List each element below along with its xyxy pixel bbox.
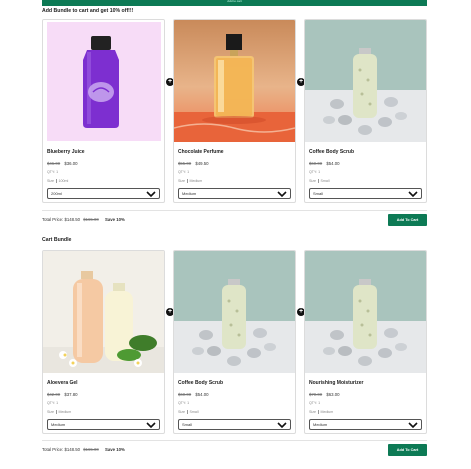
product-title: Aloevera Gel — [47, 380, 78, 386]
chevron-down-icon — [408, 191, 418, 198]
size-label: Size — [47, 410, 54, 414]
price-row: $60.00 $54.00 — [178, 392, 209, 397]
chevron-down-icon — [146, 191, 156, 198]
quantity-label: QTY: 1 — [47, 401, 59, 405]
new-price: $54.00 — [195, 392, 209, 397]
price-row: $42.00 $37.80 — [47, 392, 78, 397]
new-price: $63.00 — [326, 392, 340, 397]
chevron-down-icon — [277, 422, 287, 429]
top-bar-label: Add to cart — [227, 0, 242, 3]
product-image-coffee-body-scrub[interactable] — [305, 20, 426, 142]
size-select[interactable]: Small — [309, 188, 422, 199]
size-value: Small — [320, 179, 330, 183]
size-value: Small — [189, 410, 199, 414]
total-label: Total Price: — [42, 217, 64, 222]
add-to-cart-button[interactable]: Add To Cart — [388, 444, 427, 456]
quantity-label: QTY: 1 — [309, 170, 321, 174]
old-price: $55.00 — [178, 161, 192, 166]
product-card: Aloevera Gel $42.00 $37.80 QTY: 1 Size Me… — [42, 250, 165, 434]
size-label: Size — [309, 179, 316, 183]
size-select-value: Medium — [182, 191, 197, 196]
size-row: Size Medium — [309, 410, 334, 415]
product-card: Blueberry Juice $46.00 $36.00 QTY: 1 Siz… — [42, 19, 165, 203]
size-row: Size 100ml — [47, 179, 69, 184]
size-select[interactable]: Medium — [47, 419, 160, 430]
new-price: $54.00 — [326, 161, 340, 166]
total-price-row: Total Price: $148.50 $165.00 Save 10% — [42, 217, 125, 222]
product-title: Chocolate Perfume — [178, 149, 224, 155]
product-image-coffee-body-scrub[interactable] — [174, 251, 295, 373]
old-price: $46.00 — [47, 161, 61, 166]
size-select[interactable]: Small — [178, 419, 291, 430]
product-image-aloevera-gel[interactable] — [43, 251, 164, 373]
product-title: Coffee Body Scrub — [309, 149, 355, 155]
total-price-row: Total Price: $148.50 $165.00 Save 10% — [42, 447, 125, 452]
bundle-heading: Add Bundle to cart and get 10% off!!! — [42, 8, 134, 14]
product-card: Coffee Body Scrub $60.00 $54.00 QTY: 1 S… — [173, 250, 296, 434]
size-select-value: Small — [182, 422, 193, 427]
price-row: $70.00 $63.00 — [309, 392, 340, 397]
add-to-cart-button[interactable]: Add To Cart — [388, 214, 427, 226]
new-price: $49.50 — [195, 161, 209, 166]
size-row: Size Small — [309, 179, 330, 184]
price-row: $60.00 $54.00 — [309, 161, 340, 166]
size-value: Medium — [189, 179, 203, 183]
size-value: Medium — [58, 410, 72, 414]
bundle-heading: Cart Bundle — [42, 237, 72, 243]
size-select[interactable]: Medium — [309, 419, 422, 430]
product-card: Nourishing Moisturizer $70.00 $63.00 QTY… — [304, 250, 427, 434]
divider — [42, 440, 427, 441]
save-badge: Save 10% — [104, 217, 125, 222]
product-image-nourishing-moisturizer[interactable] — [305, 251, 426, 373]
old-price: $60.00 — [178, 392, 192, 397]
new-price: $36.00 — [64, 161, 78, 166]
size-row: Size Medium — [47, 410, 72, 415]
product-title: Nourishing Moisturizer — [309, 380, 364, 386]
save-badge: Save 10% — [104, 447, 125, 452]
chevron-down-icon — [408, 422, 418, 429]
total-new-price: $148.50 — [64, 447, 81, 452]
total-old-price: $165.00 — [83, 217, 99, 222]
product-image-blueberry-juice[interactable] — [43, 20, 164, 142]
size-value: 100ml — [58, 179, 69, 183]
size-select-value: 200ml — [51, 191, 62, 196]
size-label: Size — [47, 179, 54, 183]
size-select-value: Small — [313, 191, 324, 196]
divider — [42, 210, 427, 211]
old-price: $60.00 — [309, 161, 323, 166]
product-card: Chocolate Perfume $55.00 $49.50 QTY: 1 S… — [173, 19, 296, 203]
size-label: Size — [309, 410, 316, 414]
old-price: $42.00 — [47, 392, 61, 397]
old-price: $70.00 — [309, 392, 323, 397]
quantity-label: QTY: 1 — [47, 170, 59, 174]
product-title: Coffee Body Scrub — [178, 380, 224, 386]
size-label: Size — [178, 410, 185, 414]
total-old-price: $165.00 — [83, 447, 99, 452]
total-new-price: $148.50 — [64, 217, 81, 222]
price-row: $55.00 $49.50 — [178, 161, 209, 166]
product-card: Coffee Body Scrub $60.00 $54.00 QTY: 1 S… — [304, 19, 427, 203]
quantity-label: QTY: 1 — [178, 401, 190, 405]
total-label: Total Price: — [42, 447, 64, 452]
chevron-down-icon — [146, 422, 156, 429]
size-select-value: Medium — [51, 422, 66, 427]
quantity-label: QTY: 1 — [178, 170, 190, 174]
size-row: Size Medium — [178, 179, 203, 184]
price-row: $46.00 $36.00 — [47, 161, 78, 166]
size-select[interactable]: Medium — [178, 188, 291, 199]
chevron-down-icon — [277, 191, 287, 198]
product-title: Blueberry Juice — [47, 149, 85, 155]
size-value: Medium — [320, 410, 334, 414]
new-price: $37.80 — [64, 392, 78, 397]
size-select-value: Medium — [313, 422, 328, 427]
size-select[interactable]: 200ml — [47, 188, 160, 199]
product-image-chocolate-perfume[interactable] — [174, 20, 295, 142]
quantity-label: QTY: 1 — [309, 401, 321, 405]
size-label: Size — [178, 179, 185, 183]
top-add-to-cart-bar[interactable]: Add to cart — [42, 0, 427, 6]
size-row: Size Small — [178, 410, 199, 415]
